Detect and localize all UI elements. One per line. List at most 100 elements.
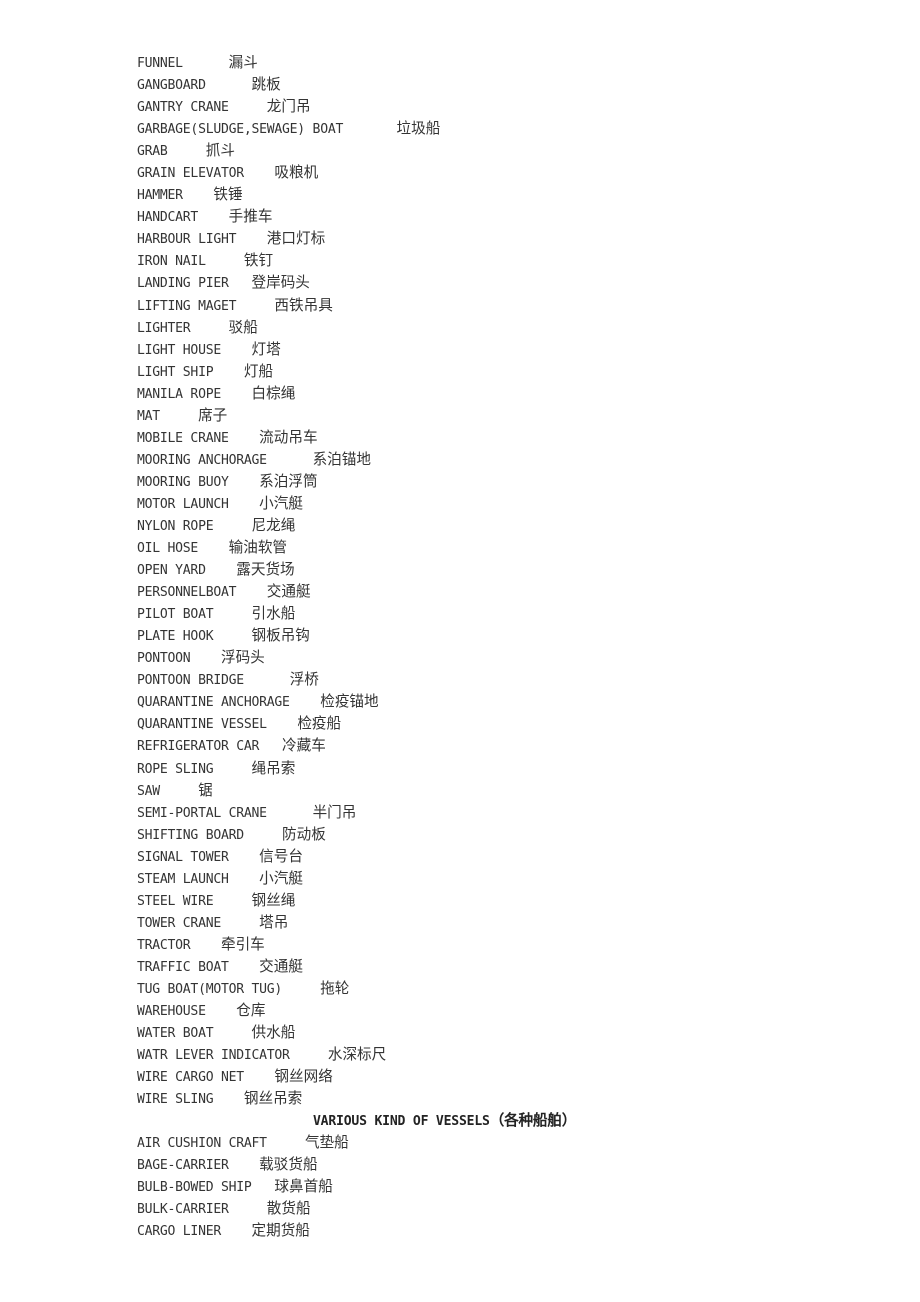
glossary-entry: MOTOR LAUNCH 小汽艇: [137, 493, 877, 515]
glossary-separator: [198, 541, 229, 556]
glossary-entry: MANILA ROPE 白棕绳: [137, 383, 877, 405]
glossary-separator: [206, 254, 244, 269]
glossary-separator: [236, 232, 267, 247]
glossary-separator: [213, 607, 251, 622]
glossary-separator: [252, 1180, 275, 1195]
glossary-term-english: MANILA ROPE: [137, 386, 221, 402]
glossary-separator: [229, 960, 260, 975]
glossary-term-english: BULK-CARRIER: [137, 1202, 229, 1218]
glossary-separator: [183, 56, 229, 71]
glossary-term-chinese: 定期货船: [251, 1222, 310, 1240]
glossary-term-english: LANDING PIER: [137, 276, 229, 292]
glossary-entry: REFRIGERATOR CAR 冷藏车: [137, 735, 877, 757]
glossary-term-chinese: 吸粮机: [274, 164, 319, 182]
glossary-term-english: WATER BOAT: [137, 1026, 214, 1042]
glossary-entry: SIGNAL TOWER 信号台: [137, 846, 877, 868]
glossary-term-chinese: 冷藏车: [282, 737, 326, 755]
glossary-term-english: TUG BOAT(MOTOR TUG): [137, 981, 283, 997]
glossary-term-english: GANTRY CRANE: [137, 100, 229, 116]
glossary-entry: TRAFFIC BOAT 交通艇: [137, 956, 877, 978]
glossary-entry: PONTOON 浮码头: [137, 647, 877, 669]
glossary-separator: [221, 916, 259, 931]
glossary-term-english: GARBAGE(SLUDGE,SEWAGE) BOAT: [137, 122, 344, 138]
glossary-entry: LANDING PIER 登岸码头: [137, 272, 877, 294]
glossary-separator: [160, 409, 198, 424]
glossary-entry: GARBAGE(SLUDGE,SEWAGE) BOAT 垃圾船: [137, 118, 877, 140]
glossary-entry: SAW 锯: [137, 780, 877, 802]
glossary-separator: [213, 762, 251, 777]
glossary-separator: [168, 144, 206, 159]
glossary-entry: WATR LEVER INDICATOR 水深标尺: [137, 1044, 877, 1066]
glossary-entry: CARGO LINER 定期货船: [137, 1220, 877, 1242]
glossary-entry: SHIFTING BOARD 防动板: [137, 824, 877, 846]
glossary-term-chinese: 露天货场: [236, 561, 295, 579]
glossary-term-chinese: 钢板吊钩: [251, 627, 310, 645]
glossary-term-chinese: 防动板: [282, 825, 326, 843]
glossary-term-chinese: 散货船: [266, 1200, 311, 1218]
glossary-term-english: CARGO LINER: [137, 1224, 221, 1240]
glossary-term-chinese: 西铁吊具: [274, 296, 333, 314]
glossary-separator: [229, 1158, 260, 1173]
glossary-term-english: TOWER CRANE: [137, 915, 221, 931]
glossary-term-english: OPEN YARD: [137, 563, 206, 579]
glossary-entry: FUNNEL 漏斗: [137, 52, 877, 74]
section-heading-chinese: （各种船舶）: [489, 1112, 577, 1130]
glossary-term-chinese: 引水船: [251, 605, 296, 623]
glossary-separator: [160, 784, 198, 799]
glossary-separator: [229, 276, 252, 291]
glossary-term-chinese: 小汽艇: [259, 494, 303, 512]
glossary-term-english: WAREHOUSE: [137, 1004, 206, 1020]
glossary-term-chinese: 载驳货船: [259, 1156, 318, 1174]
glossary-entry: SEMI-PORTAL CRANE 半门吊: [137, 802, 877, 824]
glossary-separator: [190, 938, 221, 953]
glossary-term-chinese: 交通艇: [259, 957, 303, 975]
glossary-term-english: GRAIN ELEVATOR: [137, 166, 244, 182]
glossary-term-english: IRON NAIL: [137, 254, 206, 270]
glossary-term-english: LIFTING MAGET: [137, 298, 237, 314]
glossary-entry: LIFTING MAGET 西铁吊具: [137, 295, 877, 317]
glossary-separator: [290, 1048, 328, 1063]
glossary-term-english: WATR LEVER INDICATOR: [137, 1048, 290, 1064]
glossary-term-english: TRAFFIC BOAT: [137, 959, 229, 975]
glossary-term-english: SIGNAL TOWER: [137, 849, 229, 865]
glossary-term-english: OIL HOSE: [137, 541, 199, 557]
glossary-term-chinese: 流动吊车: [259, 428, 318, 446]
glossary-separator: [244, 1070, 275, 1085]
glossary-separator: [236, 585, 267, 600]
glossary-entry: WATER BOAT 供水船: [137, 1022, 877, 1044]
glossary-term-chinese: 塔吊: [259, 913, 289, 931]
glossary-separator: [221, 1224, 252, 1239]
glossary-term-english: NYLON ROPE: [137, 518, 214, 534]
glossary-separator: [183, 188, 214, 203]
glossary-separator: [190, 651, 221, 666]
glossary-term-chinese: 铁钉: [243, 252, 274, 270]
glossary-separator: [206, 1004, 237, 1019]
glossary-entry: WAREHOUSE 仓库: [137, 1000, 877, 1022]
glossary-term-chinese: 白棕绳: [251, 384, 296, 402]
glossary-term-chinese: 钢丝绳: [251, 891, 296, 909]
glossary-term-chinese: 半门吊: [312, 803, 357, 821]
glossary-term-english: SHIFTING BOARD: [137, 827, 244, 843]
glossary-entry: MAT 席子: [137, 405, 877, 427]
glossary-separator: [267, 717, 298, 732]
glossary-entry: TUG BOAT(MOTOR TUG) 拖轮: [137, 978, 877, 1000]
glossary-term-english: MOORING BUOY: [137, 474, 229, 490]
glossary-term-english: LIGHT SHIP: [137, 364, 214, 380]
glossary-term-english: STEAM LAUNCH: [137, 871, 229, 887]
glossary-term-chinese: 铁锤: [213, 186, 243, 204]
glossary-term-english: PERSONNELBOAT: [137, 585, 237, 601]
glossary-entry: QUARANTINE ANCHORAGE 检疫锚地: [137, 691, 877, 713]
glossary-separator: [259, 739, 282, 754]
glossary-term-chinese: 手推车: [228, 208, 273, 226]
glossary-separator: [213, 1026, 251, 1041]
glossary-term-chinese: 牵引车: [220, 935, 265, 953]
glossary-term-english: LIGHTER: [137, 320, 191, 336]
glossary-term-chinese: 尼龙绳: [251, 516, 296, 534]
glossary-separator: [267, 806, 313, 821]
glossary-separator: [229, 1202, 267, 1217]
glossary-entry: GRAB 抓斗: [137, 140, 877, 162]
glossary-separator: [229, 497, 260, 512]
glossary-entry: PLATE HOOK 钢板吊钩: [137, 625, 877, 647]
glossary-term-english: PONTOON: [137, 651, 191, 667]
glossary-term-chinese: 绳吊索: [251, 759, 296, 777]
